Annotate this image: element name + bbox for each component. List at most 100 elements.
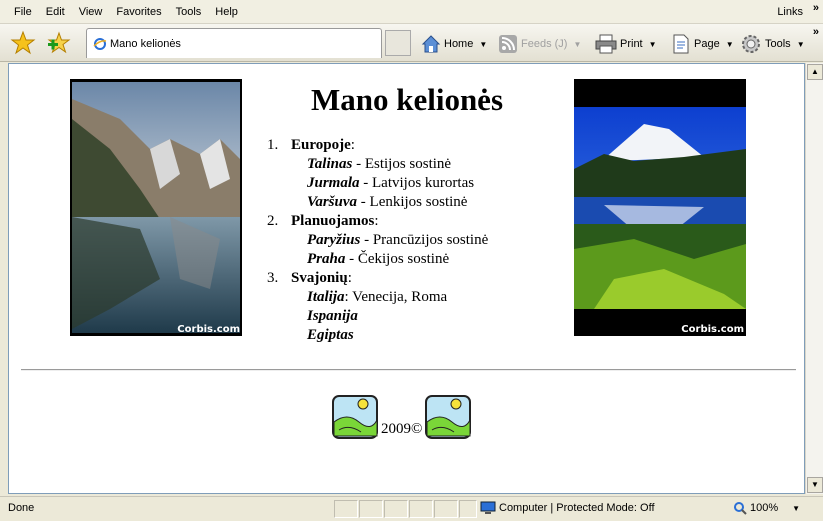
page-dropdown-arrow[interactable]: ▼ xyxy=(726,40,734,49)
list-subitem: Egiptas xyxy=(267,326,488,345)
list-subitem: Italija: Venecija, Roma xyxy=(267,288,488,307)
page-title: Mano kelionės xyxy=(310,82,504,117)
computer-icon xyxy=(480,501,496,514)
photo-credit-left: Corbis.com xyxy=(177,324,240,335)
vertical-scrollbar[interactable]: ▲ ▼ xyxy=(805,63,823,494)
home-dropdown-arrow[interactable]: ▼ xyxy=(479,40,487,49)
ie-page-icon xyxy=(93,37,107,50)
menu-tools[interactable]: Tools xyxy=(172,0,206,24)
footer-copyright: 2009© xyxy=(381,421,423,437)
list-number: 3. xyxy=(267,270,279,286)
menu-favorites[interactable]: Favorites xyxy=(112,0,165,24)
place-sep: - xyxy=(360,232,373,248)
feeds-label: Feeds (J) xyxy=(521,38,568,50)
feeds-dropdown-arrow[interactable]: ▼ xyxy=(573,40,581,49)
list-subitem: Paryžius - Prancūzijos sostinė xyxy=(267,231,488,250)
photo-right-image xyxy=(574,107,746,309)
place-desc: Lenkijos sostinė xyxy=(369,194,468,210)
scroll-down-arrow[interactable]: ▼ xyxy=(807,477,823,493)
status-segment xyxy=(384,500,408,518)
new-tab-button[interactable] xyxy=(385,30,411,56)
place-name: Praha xyxy=(307,251,346,267)
list-item-svajoniu: 3. Svajonių: xyxy=(267,270,352,286)
list-item-europoje: 1. Europoje: xyxy=(267,137,355,153)
list-subitem: Talinas - Estijos sostinė xyxy=(267,155,488,174)
print-icon xyxy=(595,34,617,54)
links-bar[interactable]: Links xyxy=(777,0,803,24)
command-toolbar: Mano kelionės Home ▼ Feeds (J) ▼ Print ▼ xyxy=(0,24,823,62)
list-number: 2. xyxy=(267,213,279,229)
mountain-lake-photo-right: Corbis.com xyxy=(574,79,746,336)
page-footer: 2009© xyxy=(331,394,472,440)
tools-label: Tools xyxy=(765,38,791,50)
feeds-icon xyxy=(499,35,517,53)
menu-file[interactable]: File xyxy=(10,0,36,24)
place-name: Italija xyxy=(307,289,345,305)
tools-gear-icon xyxy=(742,35,760,53)
tab-mano-keliones[interactable]: Mano kelionės xyxy=(86,28,382,58)
place-sep: - xyxy=(357,194,370,210)
links-more-chevron[interactable]: » xyxy=(813,2,819,14)
print-dropdown-arrow[interactable]: ▼ xyxy=(649,40,657,49)
status-segment xyxy=(459,500,477,518)
page-button[interactable]: Page ▼ xyxy=(671,32,734,56)
list-item-planuojamos: 2. Planuojamos: xyxy=(267,213,379,229)
place-desc: Estijos sostinė xyxy=(364,156,452,172)
menu-help[interactable]: Help xyxy=(211,0,242,24)
place-name: Talinas xyxy=(307,156,353,172)
print-label: Print xyxy=(620,38,643,50)
landscape-clipart-icon xyxy=(425,395,472,439)
page-viewport: Corbis.com Mano kelionės 1. Europoje: Ta… xyxy=(8,63,805,494)
zone-label: Computer | Protected Mode: Off xyxy=(499,502,655,514)
list-subitem: Varšuva - Lenkijos sostinė xyxy=(267,193,488,212)
status-segment xyxy=(409,500,433,518)
section-heading: Planuojamos xyxy=(291,213,375,229)
menu-edit[interactable]: Edit xyxy=(42,0,69,24)
print-button[interactable]: Print ▼ xyxy=(595,32,657,56)
toolbar-more-chevron[interactable]: » xyxy=(813,26,819,38)
place-sep: - xyxy=(359,175,373,191)
landscape-clipart-icon xyxy=(332,395,378,439)
list-subitem: Jurmala - Latvijos kurortas xyxy=(267,174,488,193)
page-icon xyxy=(673,34,689,54)
list-number: 1. xyxy=(267,137,279,153)
place-desc: Čekijos sostinė xyxy=(357,251,450,267)
zoom-icon xyxy=(734,502,747,515)
place-sep: - xyxy=(352,156,365,172)
feeds-button[interactable]: Feeds (J) ▼ xyxy=(498,32,581,56)
zoom-control[interactable]: 100% ▼ xyxy=(733,501,800,515)
place-desc: Venecija, Roma xyxy=(352,289,448,305)
tools-button[interactable]: Tools ▼ xyxy=(740,32,805,56)
place-name: Egiptas xyxy=(307,327,354,343)
menu-view[interactable]: View xyxy=(75,0,107,24)
place-name: Ispanija xyxy=(307,308,358,324)
security-zone[interactable]: Computer | Protected Mode: Off xyxy=(480,501,655,515)
home-button[interactable]: Home ▼ xyxy=(421,32,487,56)
place-name: Jurmala xyxy=(307,175,360,191)
photo-credit-right: Corbis.com xyxy=(681,324,744,335)
zoom-dropdown-arrow[interactable]: ▼ xyxy=(792,504,800,513)
place-name: Varšuva xyxy=(307,194,358,210)
section-heading: Europoje xyxy=(291,137,351,153)
section-heading: Svajonių xyxy=(291,270,348,286)
status-segment xyxy=(359,500,383,518)
place-sep: - xyxy=(345,251,358,267)
scroll-up-arrow[interactable]: ▲ xyxy=(807,64,823,80)
horizontal-rule xyxy=(21,369,796,371)
travel-list: 1. Europoje: Talinas - Estijos sostinė J… xyxy=(267,136,488,345)
zoom-level: 100% xyxy=(750,502,779,514)
place-name: Paryžius xyxy=(307,232,361,248)
place-desc: Prancūzijos sostinė xyxy=(372,232,489,248)
status-segment xyxy=(334,500,358,518)
mountain-lake-photo-left: Corbis.com xyxy=(70,79,242,336)
list-subitem: Ispanija xyxy=(267,307,488,326)
favorites-star-icon[interactable] xyxy=(10,30,36,56)
list-subitem: Praha - Čekijos sostinė xyxy=(267,250,488,269)
home-icon xyxy=(421,35,441,53)
photo-left-image xyxy=(72,82,240,333)
page-label: Page xyxy=(694,38,720,50)
tools-dropdown-arrow[interactable]: ▼ xyxy=(797,40,805,49)
status-segment xyxy=(434,500,458,518)
add-favorite-icon[interactable] xyxy=(46,30,72,56)
status-bar: Done Computer | Protected Mode: Off 100%… xyxy=(0,496,823,521)
